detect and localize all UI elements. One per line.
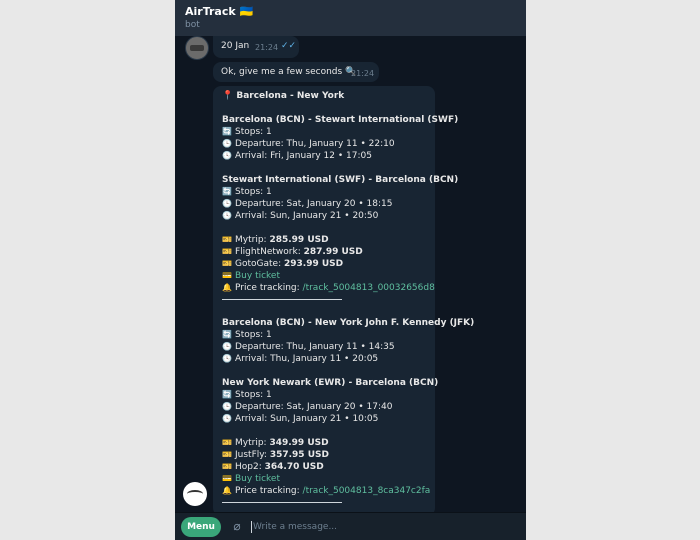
route-title: 📍 Barcelona - New York	[222, 91, 345, 101]
departure-line: 🕒 Departure: Thu, January 11 • 22:10	[222, 139, 395, 149]
credit-card-icon: 💳	[222, 474, 232, 483]
ticket-icon: 🎫	[222, 462, 232, 471]
price-tracking-command[interactable]: /track_5004813_8ca347c2fa	[303, 486, 431, 496]
message-time: 21:24	[255, 43, 279, 52]
divider	[222, 502, 342, 503]
stops-icon: 🔄	[222, 187, 232, 196]
bot-message[interactable]: Ok, give me a few seconds 🔍 21:24	[213, 62, 379, 82]
departure-line: 🕒 Departure: Sat, January 20 • 17:40	[222, 402, 393, 412]
text-cursor	[251, 521, 252, 533]
read-checkmarks-icon: ✓✓	[281, 41, 297, 51]
clock-icon: 🕓	[222, 211, 232, 220]
bell-icon: 🔔	[222, 283, 232, 292]
clock-icon: 🕓	[222, 354, 232, 363]
return-title: Stewart International (SWF) - Barcelona …	[222, 175, 459, 185]
chat-subtitle: bot	[185, 20, 200, 30]
message-time: 21:24	[351, 69, 375, 78]
ticket-icon: 🎫	[222, 450, 232, 459]
price-tracking-command[interactable]: /track_5004813_00032656d8	[303, 283, 435, 293]
clock-icon: 🕒	[222, 139, 232, 148]
stops-icon: 🔄	[222, 390, 232, 399]
message-list[interactable]: 20 Jan 21:24 ✓✓ Ok, give me a few second…	[175, 36, 526, 512]
departure-line: 🕒 Departure: Sat, January 20 • 18:15	[222, 199, 393, 209]
arrival-line: 🕓 Arrival: Fri, January 12 • 17:05	[222, 151, 372, 161]
price-line: 🎫 Mytrip: 349.99 USD	[222, 438, 329, 448]
clock-icon: 🕒	[222, 199, 232, 208]
buy-ticket-link[interactable]: Buy ticket	[235, 271, 280, 281]
clock-icon: 🕒	[222, 342, 232, 351]
ticket-icon: 🎫	[222, 247, 232, 256]
price-line: 🎫 Hop2: 364.70 USD	[222, 462, 324, 472]
menu-button[interactable]: Menu	[181, 517, 221, 537]
stops-line: 🔄 Stops: 1	[222, 127, 272, 137]
stops-line: 🔄 Stops: 1	[222, 390, 272, 400]
outbound-title: Barcelona (BCN) - New York John F. Kenne…	[222, 318, 475, 328]
airplane-logo-icon	[187, 490, 203, 498]
stops-icon: 🔄	[222, 127, 232, 136]
clock-icon: 🕓	[222, 414, 232, 423]
clock-icon: 🕒	[222, 402, 232, 411]
outbound-title: Barcelona (BCN) - Stewart International …	[222, 115, 459, 125]
price-line: 🎫 Mytrip: 285.99 USD	[222, 235, 329, 245]
ticket-icon: 🎫	[222, 235, 232, 244]
clock-icon: 🕓	[222, 151, 232, 160]
ticket-icon: 🎫	[222, 438, 232, 447]
buy-ticket-line: 💳 Buy ticket	[222, 270, 426, 282]
flight-results-message[interactable]: 📍 Barcelona - New York Barcelona (BCN) -…	[213, 86, 475, 512]
stops-line: 🔄 Stops: 1	[222, 330, 272, 340]
divider	[222, 299, 342, 300]
bell-icon: 🔔	[222, 486, 232, 495]
ticket-icon: 🎫	[222, 259, 232, 268]
price-line: 🎫 GotoGate: 293.99 USD	[222, 259, 344, 269]
stops-icon: 🔄	[222, 330, 232, 339]
arrival-line: 🕓 Arrival: Thu, January 11 • 20:05	[222, 354, 379, 364]
price-line: 🎫 JustFly: 357.95 USD	[222, 450, 329, 460]
message-text: Ok, give me a few seconds 🔍	[221, 67, 357, 77]
buy-ticket-line: 💳 Buy ticket	[222, 473, 426, 485]
buy-ticket-link[interactable]: Buy ticket	[235, 474, 280, 484]
avatar-image-icon	[190, 45, 204, 51]
message-input[interactable]	[253, 519, 513, 535]
chat-window: AirTrack 🇺🇦 bot 20 Jan 21:24 ✓✓ Ok, give…	[175, 0, 526, 540]
price-tracking-line: 🔔 Price tracking: /track_5004813_8ca347c2…	[222, 486, 431, 496]
arrival-line: 🕓 Arrival: Sun, January 21 • 10:05	[222, 414, 379, 424]
departure-line: 🕒 Departure: Thu, January 11 • 14:35	[222, 342, 395, 352]
message-text: 20 Jan	[221, 41, 250, 51]
price-line: 🎫 FlightNetwork: 287.99 USD	[222, 247, 363, 257]
outgoing-message[interactable]: 20 Jan 21:24 ✓✓	[213, 36, 299, 58]
price-tracking-line: 🔔 Price tracking: /track_5004813_00032656…	[222, 283, 435, 293]
bot-avatar[interactable]	[183, 482, 207, 506]
arrival-line: 🕓 Arrival: Sun, January 21 • 20:50	[222, 211, 379, 221]
user-avatar[interactable]	[185, 36, 209, 60]
credit-card-icon: 💳	[222, 271, 232, 280]
message-composer: Menu ⌀	[175, 512, 526, 540]
stops-line: 🔄 Stops: 1	[222, 187, 272, 197]
paperclip-icon[interactable]: ⌀	[229, 518, 245, 534]
chat-header[interactable]: AirTrack 🇺🇦 bot	[175, 0, 526, 36]
return-title: New York Newark (EWR) - Barcelona (BCN)	[222, 378, 439, 388]
chat-title: AirTrack 🇺🇦	[185, 5, 254, 18]
